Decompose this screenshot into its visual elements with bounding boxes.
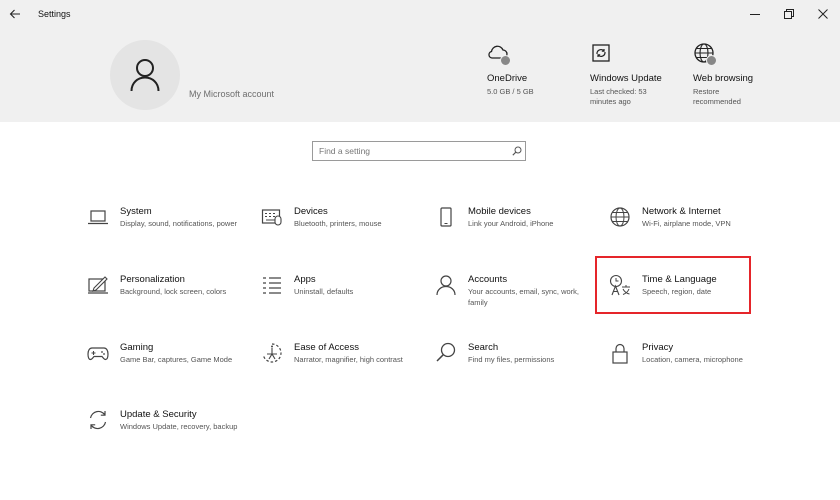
category-name: Search (468, 342, 499, 353)
sync-icon (87, 409, 109, 431)
window-title: Settings (38, 9, 71, 19)
category-description: Narrator, magnifier, high contrast (294, 355, 403, 364)
lock-icon (609, 342, 631, 364)
category-name: Update & Security (120, 409, 197, 420)
category-name: Gaming (120, 342, 154, 353)
close-icon (818, 9, 828, 19)
category-description: Uninstall, defaults (294, 287, 354, 296)
person-icon (435, 274, 457, 296)
category-name: Privacy (642, 342, 674, 353)
category-mobile-devices[interactable]: Mobile devices Link your Android, iPhone (435, 206, 595, 230)
category-name: Personalization (120, 274, 185, 285)
category-update-security[interactable]: Update & Security Windows Update, recove… (87, 409, 247, 433)
quick-link-title: OneDrive (487, 73, 528, 84)
category-description: Bluetooth, printers, mouse (294, 219, 382, 228)
title-bar: Settings (0, 0, 840, 28)
category-search[interactable]: Search Find my files, permissions (435, 342, 595, 366)
minimize-button[interactable] (738, 0, 772, 28)
category-ease-of-access[interactable]: Ease of Access Narrator, magnifier, high… (261, 342, 421, 366)
category-gaming[interactable]: Gaming Game Bar, captures, Game Mode (87, 342, 247, 366)
category-network-internet[interactable]: Network & Internet Wi-Fi, airplane mode,… (609, 206, 769, 230)
window-controls (738, 0, 840, 28)
category-system[interactable]: System Display, sound, notifications, po… (87, 206, 247, 230)
apps-list-icon (261, 274, 283, 296)
update-icon (590, 42, 612, 64)
category-description: Your accounts, email, sync, work, family (468, 287, 580, 307)
category-privacy[interactable]: Privacy Location, camera, microphone (609, 342, 769, 366)
category-description: Link your Android, iPhone (468, 219, 554, 228)
category-apps[interactable]: Apps Uninstall, defaults (261, 274, 421, 298)
keyboard-icon (261, 206, 283, 228)
phone-icon (435, 206, 457, 228)
category-name: System (120, 206, 152, 217)
category-description: Display, sound, notifications, power (120, 219, 238, 228)
category-name: Ease of Access (294, 342, 359, 353)
paint-icon (87, 274, 109, 296)
category-name: Devices (294, 206, 328, 217)
globe-icon (693, 42, 717, 66)
category-name: Apps (294, 274, 316, 285)
category-name: Mobile devices (468, 206, 531, 217)
account-header: My Microsoft account OneDrive 5.0 GB / 5… (0, 28, 840, 122)
cloud-icon (487, 42, 511, 66)
category-name: Accounts (468, 274, 508, 285)
category-description: Windows Update, recovery, backup (120, 422, 238, 431)
laptop-icon (87, 206, 109, 228)
quick-link-subtitle: Last checked: 53 minutes ago (590, 87, 647, 106)
category-description: Find my files, permissions (468, 355, 555, 364)
quick-link-windows-update[interactable]: Windows Update Last checked: 53 minutes … (590, 42, 665, 107)
category-description: Wi-Fi, airplane mode, VPN (642, 219, 731, 228)
category-accounts[interactable]: Accounts Your accounts, email, sync, wor… (435, 274, 595, 308)
search-box (312, 141, 526, 161)
category-description: Game Bar, captures, Game Mode (120, 355, 233, 364)
avatar[interactable] (110, 40, 180, 110)
globe-icon (609, 206, 631, 228)
quick-link-subtitle: Restore recommended (693, 87, 741, 106)
restore-icon (784, 9, 794, 19)
quick-link-web-browsing[interactable]: Web browsing Restore recommended (693, 42, 768, 107)
quick-link-title: Windows Update (590, 73, 662, 84)
quick-link-title: Web browsing (693, 73, 754, 84)
quick-link-subtitle: 5.0 GB / 5 GB (487, 87, 534, 96)
back-button[interactable] (0, 0, 30, 28)
close-button[interactable] (806, 0, 840, 28)
category-name: Network & Internet (642, 206, 721, 217)
search-input[interactable] (313, 143, 509, 159)
restore-button[interactable] (772, 0, 806, 28)
search-icon (435, 342, 457, 364)
category-personalization[interactable]: Personalization Background, lock screen,… (87, 274, 247, 298)
category-description: Location, camera, microphone (642, 355, 743, 364)
search-icon[interactable] (509, 146, 525, 156)
status-dot (500, 55, 511, 66)
highlight-box (595, 256, 751, 314)
arrow-left-icon (9, 9, 20, 19)
status-dot (706, 55, 717, 66)
category-description: Background, lock screen, colors (120, 287, 227, 296)
ease-of-access-icon (261, 342, 283, 364)
category-devices[interactable]: Devices Bluetooth, printers, mouse (261, 206, 421, 230)
minimize-icon (750, 14, 760, 15)
quick-link-onedrive[interactable]: OneDrive 5.0 GB / 5 GB (487, 42, 597, 97)
microsoft-account-link[interactable]: My Microsoft account (189, 89, 274, 99)
gamepad-icon (87, 342, 109, 364)
person-icon (130, 59, 160, 92)
